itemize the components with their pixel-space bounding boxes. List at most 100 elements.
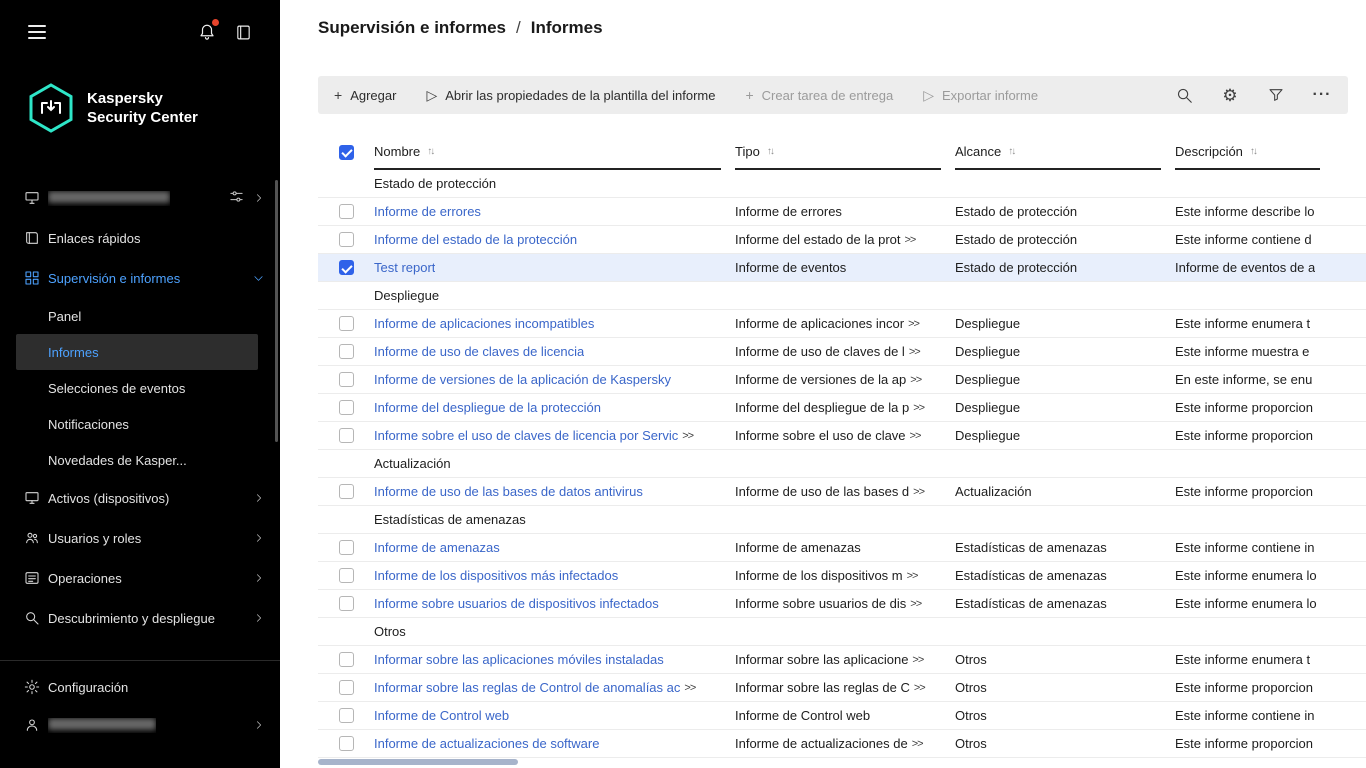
sidebar-item-server[interactable] xyxy=(0,178,280,218)
open-template-properties-button[interactable]: ▷ Abrir las propiedades de la plantilla … xyxy=(426,88,715,103)
table-row[interactable]: Informe sobre usuarios de dispositivos i… xyxy=(318,590,1366,618)
report-name-link[interactable]: Informe de versiones de la aplicación de… xyxy=(374,372,671,387)
row-checkbox[interactable] xyxy=(339,652,354,667)
search-icon[interactable] xyxy=(1174,85,1194,105)
add-button[interactable]: + Agregar xyxy=(334,88,396,103)
report-name-link[interactable]: Informe del despliegue de la protección xyxy=(374,400,601,415)
table-row[interactable]: Informe de amenazas >> Informe de amenaz… xyxy=(318,534,1366,562)
report-name-link[interactable]: Informar sobre las aplicaciones móviles … xyxy=(374,652,664,667)
sidebar-item-settings[interactable]: Configuración xyxy=(0,669,280,705)
report-name-link[interactable]: Informe sobre el uso de claves de licenc… xyxy=(374,428,678,443)
column-header-nombre[interactable]: Nombre↑↓ xyxy=(374,134,721,170)
sidebar-item-discovery[interactable]: Descubrimiento y despliegue xyxy=(0,598,280,638)
horizontal-scrollbar-thumb[interactable] xyxy=(318,759,518,765)
expand-truncated-icon[interactable]: >> xyxy=(909,346,920,358)
report-name-link[interactable]: Informe de Control web xyxy=(374,708,509,723)
chevron-right-icon[interactable] xyxy=(254,573,264,583)
table-row[interactable]: Informe sobre el uso de claves de licenc… xyxy=(318,422,1366,450)
chevron-right-icon[interactable] xyxy=(254,613,264,623)
expand-truncated-icon[interactable]: >> xyxy=(684,682,695,694)
expand-truncated-icon[interactable]: >> xyxy=(910,374,921,386)
report-name-link[interactable]: Informe de amenazas xyxy=(374,540,500,555)
row-checkbox[interactable] xyxy=(339,400,354,415)
row-checkbox[interactable] xyxy=(339,204,354,219)
column-header-alcance[interactable]: Alcance↑↓ xyxy=(955,134,1161,170)
table-row[interactable]: Informar sobre las reglas de Control de … xyxy=(318,674,1366,702)
sidebar-item-devices[interactable]: Activos (dispositivos) xyxy=(0,478,280,518)
report-name-link[interactable]: Informe de errores xyxy=(374,204,481,219)
table-row[interactable]: Informe del estado de la protección >> I… xyxy=(318,226,1366,254)
sidebar-item-quick-links[interactable]: Enlaces rápidos xyxy=(0,218,280,258)
table-row[interactable]: Informe de aplicaciones incompatibles >>… xyxy=(318,310,1366,338)
sidebar-item-users-roles[interactable]: Usuarios y roles xyxy=(0,518,280,558)
row-checkbox[interactable] xyxy=(339,372,354,387)
report-name-link[interactable]: Informe de uso de claves de licencia xyxy=(374,344,584,359)
sidebar-item-operations[interactable]: Operaciones xyxy=(0,558,280,598)
row-checkbox[interactable] xyxy=(339,316,354,331)
table-row[interactable]: Informe de actualizaciones de software >… xyxy=(318,730,1366,758)
report-name-link[interactable]: Informe de actualizaciones de software xyxy=(374,736,599,751)
more-options-icon[interactable]: ··· xyxy=(1312,85,1332,105)
expand-truncated-icon[interactable]: >> xyxy=(682,430,693,442)
table-row[interactable]: Informe de los dispositivos más infectad… xyxy=(318,562,1366,590)
chevron-right-icon[interactable] xyxy=(254,191,264,206)
table-row[interactable]: Informe de errores >> Informe de errores… xyxy=(318,198,1366,226)
expand-truncated-icon[interactable]: >> xyxy=(905,234,916,246)
sidebar-item-notifications[interactable]: Notificaciones xyxy=(0,406,280,442)
expand-truncated-icon[interactable]: >> xyxy=(910,430,921,442)
row-checkbox[interactable] xyxy=(339,540,354,555)
chevron-right-icon[interactable] xyxy=(254,493,264,503)
report-name-link[interactable]: Informe del estado de la protección xyxy=(374,232,577,247)
sidebar-item-monitoring[interactable]: Supervisión e informes xyxy=(0,258,280,298)
row-checkbox[interactable] xyxy=(339,596,354,611)
expand-truncated-icon[interactable]: >> xyxy=(910,598,921,610)
report-name-link[interactable]: Informe de uso de las bases de datos ant… xyxy=(374,484,643,499)
sidebar-item-user-account[interactable] xyxy=(0,705,280,745)
row-checkbox[interactable] xyxy=(339,428,354,443)
chevron-right-icon[interactable] xyxy=(254,533,264,543)
row-checkbox[interactable] xyxy=(339,736,354,751)
sidebar-scrollbar-thumb[interactable] xyxy=(275,180,278,442)
chevron-down-icon[interactable] xyxy=(253,273,264,284)
table-row[interactable]: Informe de versiones de la aplicación de… xyxy=(318,366,1366,394)
filter-funnel-icon[interactable] xyxy=(1266,85,1286,105)
report-name-link[interactable]: Informe de los dispositivos más infectad… xyxy=(374,568,618,583)
notifications-bell-icon[interactable] xyxy=(194,19,220,45)
report-name-link[interactable]: Informe de aplicaciones incompatibles xyxy=(374,316,594,331)
table-row[interactable]: Informe de uso de las bases de datos ant… xyxy=(318,478,1366,506)
row-checkbox[interactable] xyxy=(339,344,354,359)
expand-truncated-icon[interactable]: >> xyxy=(912,738,923,750)
row-checkbox[interactable] xyxy=(339,568,354,583)
table-row[interactable]: Informe del despliegue de la protección … xyxy=(318,394,1366,422)
select-all-checkbox[interactable] xyxy=(339,145,354,160)
row-checkbox[interactable] xyxy=(339,484,354,499)
expand-truncated-icon[interactable]: >> xyxy=(914,682,925,694)
row-checkbox[interactable] xyxy=(339,680,354,695)
breadcrumb-section[interactable]: Supervisión e informes xyxy=(318,18,506,38)
column-header-descripcion[interactable]: Descripción↑↓ xyxy=(1175,134,1320,170)
report-name-link[interactable]: Informar sobre las reglas de Control de … xyxy=(374,680,680,695)
report-name-link[interactable]: Informe sobre usuarios de dispositivos i… xyxy=(374,596,659,611)
sidebar-item-informes[interactable]: Informes xyxy=(16,334,258,370)
table-row[interactable]: Informe de Control web >> Informe de Con… xyxy=(318,702,1366,730)
sidebar-item-event-selections[interactable]: Selecciones de eventos xyxy=(0,370,280,406)
table-row[interactable]: Test report >> Informe de eventos >> Est… xyxy=(318,254,1366,282)
server-settings-sliders-icon[interactable] xyxy=(229,189,244,207)
documentation-book-icon[interactable] xyxy=(230,19,256,45)
sidebar-item-announcements[interactable]: Novedades de Kasper... xyxy=(0,442,280,478)
expand-truncated-icon[interactable]: >> xyxy=(913,486,924,498)
table-settings-gear-icon[interactable]: ⚙ xyxy=(1220,85,1240,105)
expand-truncated-icon[interactable]: >> xyxy=(913,402,924,414)
create-delivery-task-button[interactable]: + Crear tarea de entrega xyxy=(745,88,893,103)
hamburger-menu-icon[interactable] xyxy=(24,19,50,45)
row-checkbox[interactable] xyxy=(339,232,354,247)
sidebar-item-panel[interactable]: Panel xyxy=(0,298,280,334)
expand-truncated-icon[interactable]: >> xyxy=(912,654,923,666)
report-name-link[interactable]: Test report xyxy=(374,260,435,275)
row-checkbox[interactable] xyxy=(339,260,354,275)
expand-truncated-icon[interactable]: >> xyxy=(908,318,919,330)
table-row[interactable]: Informe de uso de claves de licencia >> … xyxy=(318,338,1366,366)
column-header-tipo[interactable]: Tipo↑↓ xyxy=(735,134,941,170)
row-checkbox[interactable] xyxy=(339,708,354,723)
chevron-right-icon[interactable] xyxy=(254,720,264,730)
